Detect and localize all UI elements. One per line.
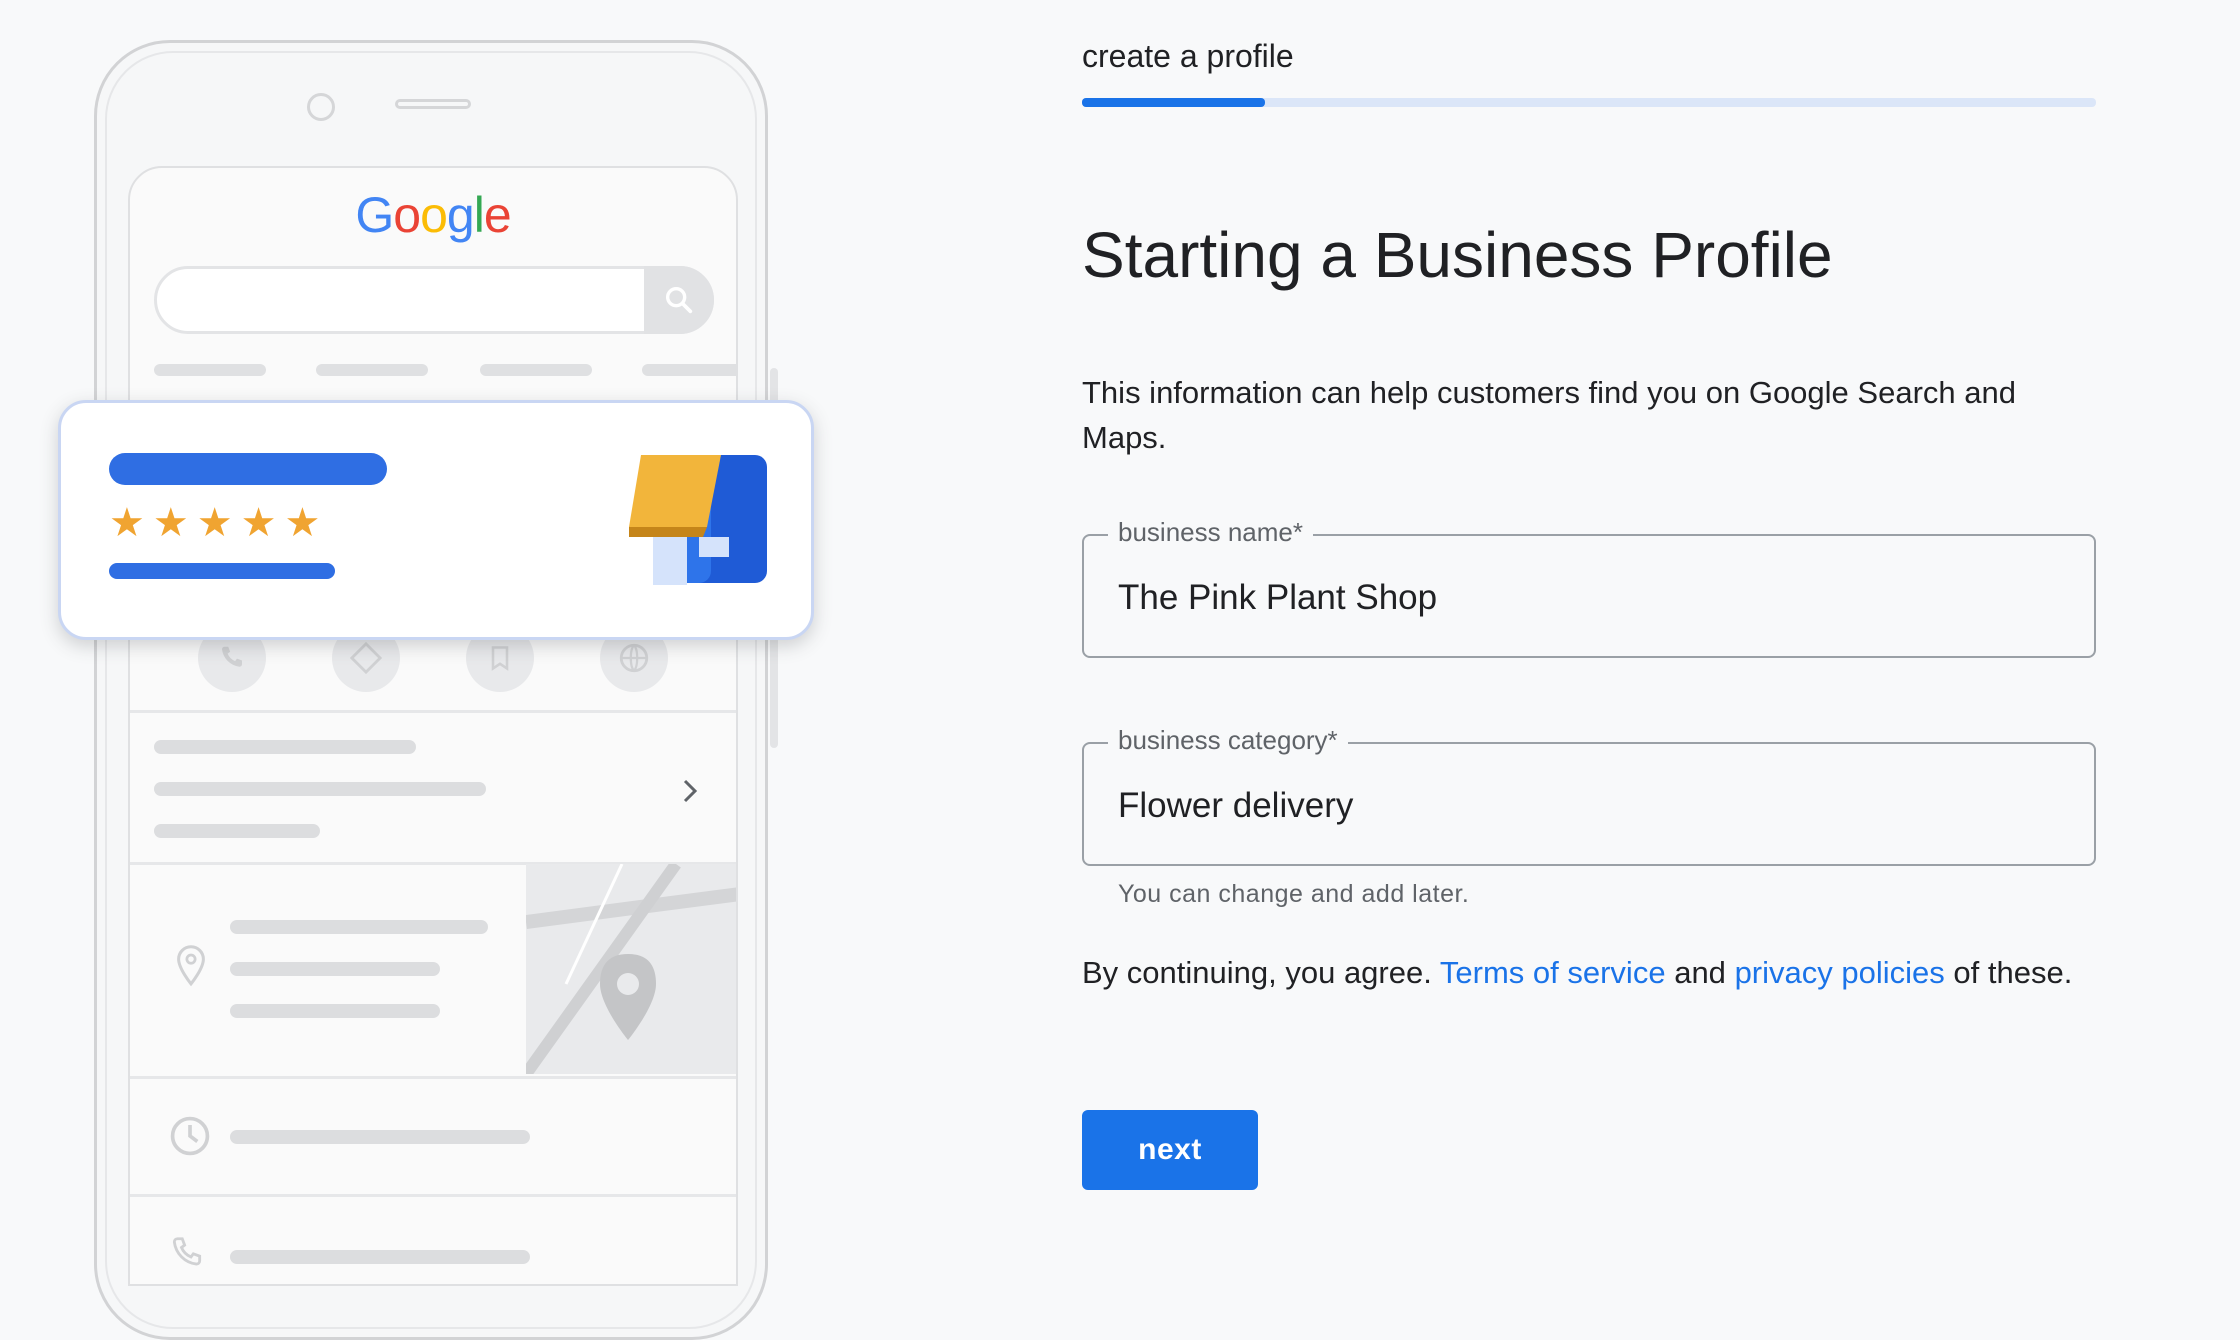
intro-text: This information can help customers find…: [1082, 375, 2016, 455]
placeholder-line: [230, 962, 440, 976]
page-title: Starting a Business Profile: [1082, 219, 1833, 291]
step-label: create a profile: [1082, 38, 1294, 74]
star-icon: ★: [196, 501, 233, 545]
location-pin-icon: [174, 944, 208, 993]
phone-illustration: Google ★ ★ ★ ★ ★: [0, 0, 1000, 1340]
progress-bar-fill: [1082, 98, 1265, 107]
placeholder-tab: [316, 364, 428, 376]
consent-prefix: By continuing, you agree.: [1082, 955, 1432, 990]
placeholder-line: [154, 740, 416, 754]
rating-stars: ★ ★ ★ ★ ★: [109, 501, 320, 545]
placeholder-line: [230, 1130, 530, 1144]
star-icon: ★: [109, 501, 145, 545]
category-helper-text: You can change and add later.: [1118, 880, 1470, 908]
progress-bar: [1082, 98, 2096, 107]
speaker-grille: [395, 99, 471, 109]
chevron-right-icon: [678, 776, 702, 811]
placeholder-line: [230, 1250, 530, 1264]
star-icon: ★: [152, 501, 189, 545]
consent-text: By continuing, you agree. Terms of servi…: [1082, 950, 2096, 996]
business-category-label: business category*: [1108, 725, 1348, 756]
star-icon: ★: [284, 501, 321, 545]
placeholder-line: [230, 1004, 440, 1018]
illustration-search-bar: [154, 266, 714, 334]
listing-subtitle-bar: [109, 563, 335, 579]
search-icon: [644, 266, 714, 334]
create-profile-form: create a profile Starting a Business Pro…: [1082, 0, 2102, 1260]
placeholder-line: [154, 782, 486, 796]
placeholder-line: [230, 920, 488, 934]
listing-title-bar: [109, 453, 387, 485]
next-button[interactable]: next: [1082, 1110, 1258, 1190]
business-listing-card: ★ ★ ★ ★ ★: [58, 400, 814, 640]
business-name-input[interactable]: [1118, 570, 2058, 626]
storefront-icon: [629, 455, 771, 590]
business-name-field[interactable]: business name*: [1082, 517, 2096, 658]
clock-icon: [168, 1114, 212, 1163]
camera-icon: [307, 93, 335, 121]
terms-of-service-link[interactable]: Terms of service: [1440, 955, 1666, 990]
consent-suffix: of these.: [1953, 955, 2073, 990]
phone-screen: Google: [128, 166, 738, 1286]
star-icon: ★: [240, 501, 277, 545]
privacy-policies-link[interactable]: privacy policies: [1735, 955, 1945, 990]
map-thumbnail: [526, 864, 736, 1074]
business-name-label: business name*: [1108, 517, 1313, 548]
consent-and: and: [1674, 955, 1726, 990]
placeholder-tab: [154, 364, 266, 376]
business-category-input[interactable]: [1118, 778, 2058, 834]
placeholder-line: [154, 824, 320, 838]
google-logo: Google: [355, 187, 511, 243]
business-category-field[interactable]: business category*: [1082, 725, 2096, 866]
placeholder-tab: [642, 364, 736, 376]
phone-icon: [168, 1234, 206, 1277]
placeholder-tab: [480, 364, 592, 376]
